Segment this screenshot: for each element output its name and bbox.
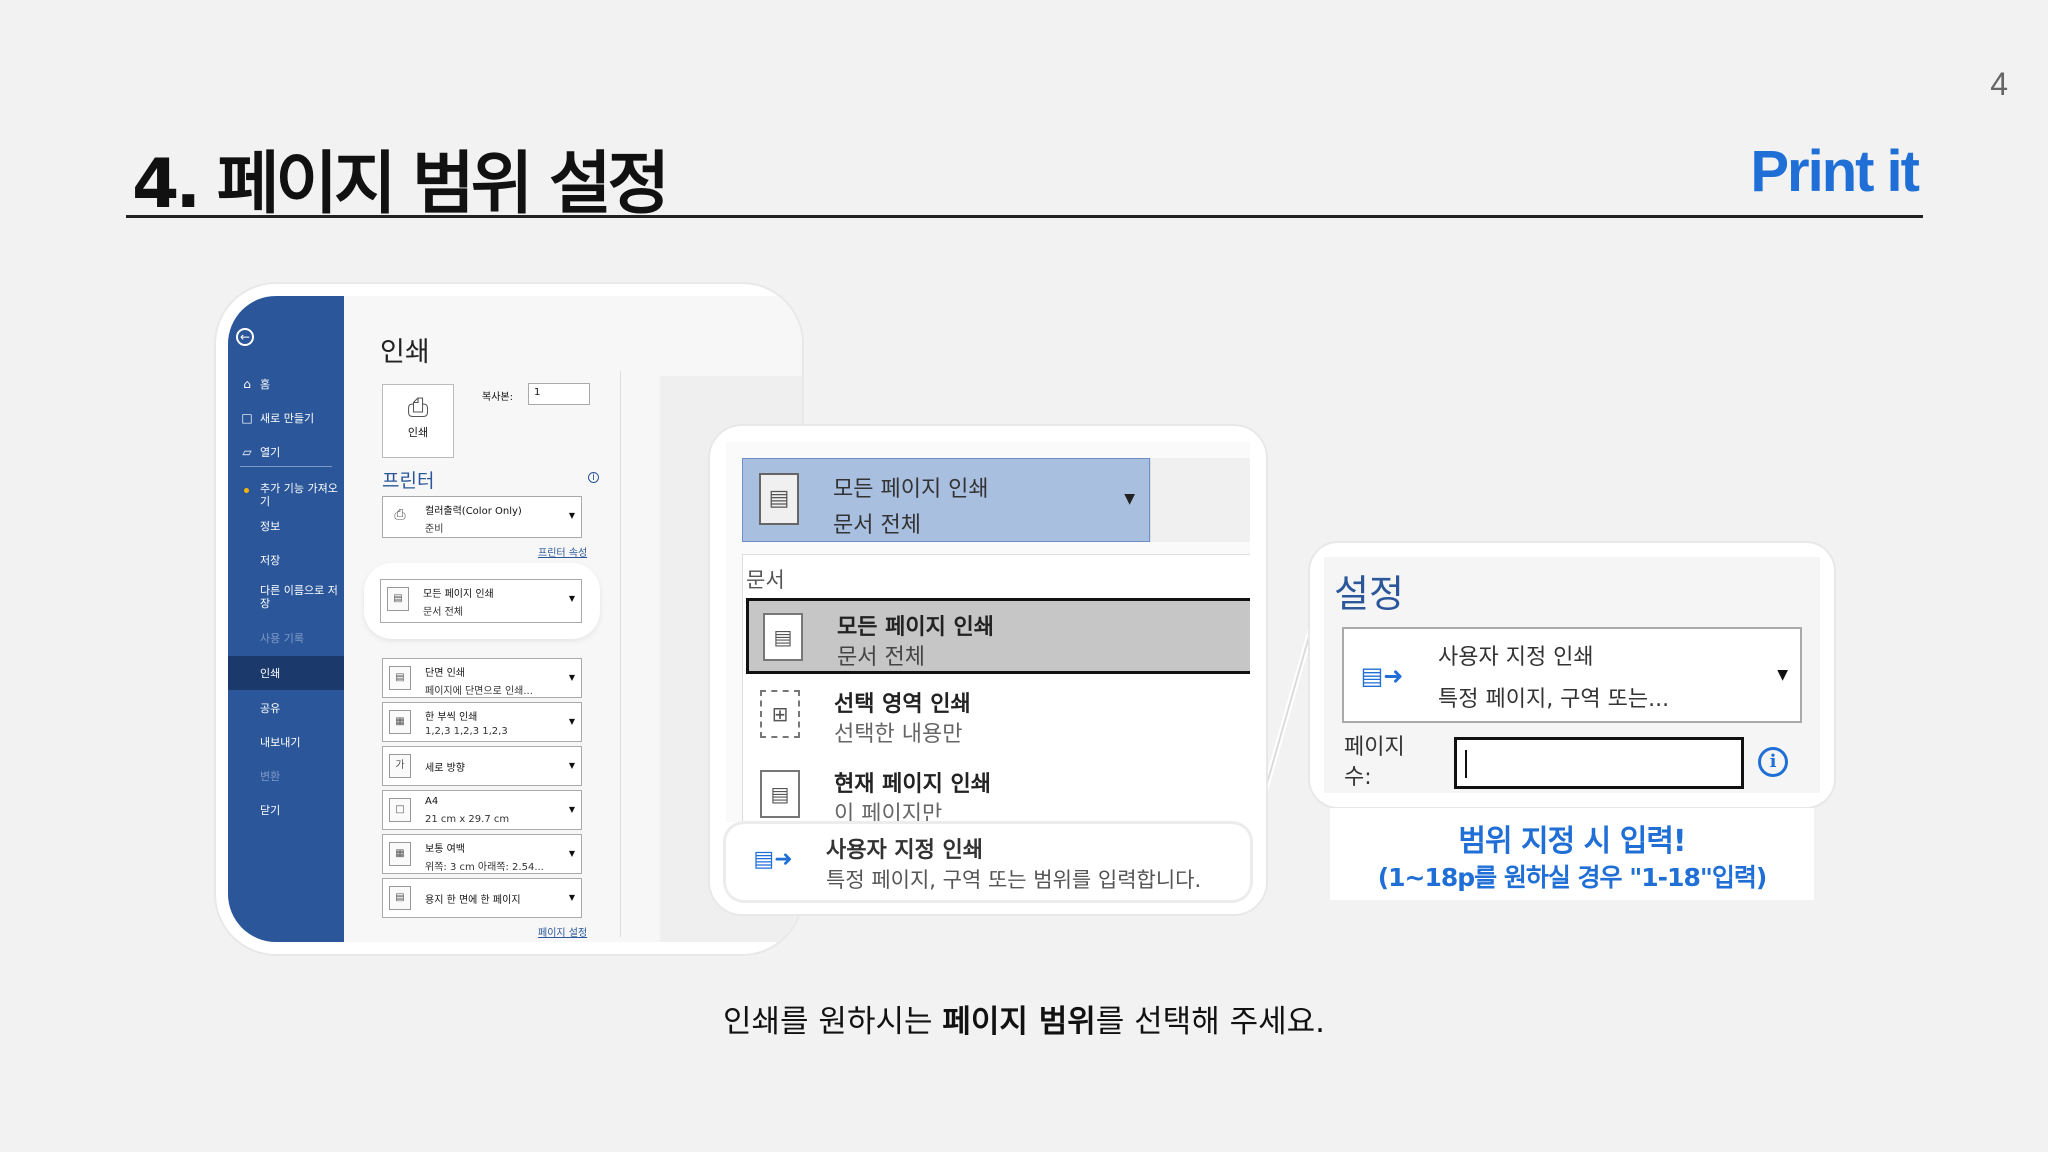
sidebar-item-save-as[interactable]: 다른 이름으로 저장 (260, 584, 338, 610)
pages-icon: ▤ (759, 473, 799, 525)
chevron-down-icon: ▼ (568, 673, 575, 682)
info-icon[interactable]: i (1758, 747, 1788, 777)
page-icon: ▤ (389, 886, 411, 910)
sidebar-item-transform[interactable]: 변환 (260, 770, 338, 783)
sidebar-item-share[interactable]: 공유 (260, 702, 338, 715)
chevron-down-icon: ▼ (568, 594, 575, 603)
sidebar-item-export[interactable]: 내보내기 (260, 736, 338, 749)
sidebar-item-save[interactable]: 저장 (260, 554, 338, 567)
setting-duplex[interactable]: ▤ 단면 인쇄 페이지에 단면으로 인쇄... ▼ (382, 658, 582, 698)
new-badge-dot (244, 488, 249, 493)
chevron-down-icon: ▼ (568, 849, 575, 858)
note-detail: (1~18p를 원하실 경우 "1-18"입력) (1377, 863, 1768, 892)
option-print-current-page[interactable]: ▤ 현재 페이지 인쇄 이 페이지만 (746, 758, 1250, 822)
backstage-sidebar: ← ⌂ 홈 □ 새로 만들기 ▱ 열기 추가 기능 가져오기 정보 저장 다른 이름으… (228, 296, 344, 942)
pages-icon: ▤ (763, 613, 803, 661)
chevron-down-icon: ▼ (568, 893, 575, 902)
sidebar-item-print[interactable]: 인쇄 (228, 656, 344, 690)
printer-icon: ⎙ (407, 393, 429, 423)
print-range-options-zoom: ▤ 모든 페이지 인쇄 문서 전체 ▼ 문서 ▤ 모든 페이지 인쇄 문서 전체… (710, 426, 1266, 914)
slide-title: 4. 페이지 범위 설정 (132, 145, 670, 224)
print-range-dropdown-expanded[interactable]: ▤ 모든 페이지 인쇄 문서 전체 ▼ (742, 458, 1150, 542)
dropdown-category-label: 문서 (746, 568, 785, 592)
custom-range-zoom: 설정 ▤➜ 사용자 지정 인쇄 특정 페이지, 구역 또는... ▼ 페이지 수… (1310, 543, 1834, 807)
chevron-down-icon: ▼ (1777, 667, 1788, 683)
note-headline: 범위 지정 시 입력! (1458, 824, 1686, 859)
setting-orientation[interactable]: 가 세로 방향 ▼ (382, 746, 582, 786)
instruction-note: 범위 지정 시 입력! (1~18p를 원하실 경우 "1-18"입력) (1330, 808, 1814, 900)
option-print-selection[interactable]: ⊞ 선택 영역 인쇄 선택한 내용만 (746, 678, 1250, 754)
settings-heading: 설정 (1334, 572, 1404, 616)
sidebar-item-open[interactable]: ▱ 열기 (240, 445, 280, 460)
setting-collate[interactable]: ▦ 한 부씩 인쇄 1,2,3 1,2,3 1,2,3 ▼ (382, 702, 582, 742)
back-arrow-icon[interactable]: ← (236, 328, 254, 346)
print-range-dropdown[interactable]: ▤ 모든 페이지 인쇄 문서 전체 ▼ (380, 579, 582, 623)
printer-properties-link[interactable]: 프린터 속성 (538, 544, 587, 559)
sidebar-item-addins[interactable]: 추가 기능 가져오기 (260, 482, 338, 508)
slide-caption: 인쇄를 원하시는 페이지 범위를 선택해 주세요. (723, 1004, 1325, 1040)
page-number: 4 (1990, 66, 2008, 102)
pages-input[interactable] (1454, 737, 1744, 789)
custom-pages-icon: ▤➜ (1360, 662, 1404, 690)
chevron-down-icon: ▼ (568, 761, 575, 770)
setting-paper-size[interactable]: □ A4 21 cm x 29.7 cm ▼ (382, 790, 582, 830)
pages-label: 페이지 수: (1344, 735, 1405, 790)
printer-icon: ⎙ (394, 507, 406, 523)
sidebar-item-new[interactable]: □ 새로 만들기 (240, 411, 314, 426)
pages-icon: ▤ (387, 587, 409, 611)
option-print-all-pages[interactable]: ▤ 모든 페이지 인쇄 문서 전체 (746, 598, 1250, 674)
setting-pages-per-sheet[interactable]: ▤ 용지 한 면에 한 페이지 ▼ (382, 878, 582, 918)
brand-logo: Print it (1750, 139, 1920, 204)
custom-pages-icon: ▤➜ (753, 847, 793, 872)
sidebar-item-home[interactable]: ⌂ 홈 (240, 377, 270, 392)
new-file-icon: □ (241, 411, 253, 425)
chevron-down-icon: ▼ (568, 511, 575, 520)
folder-open-icon: ▱ (242, 445, 252, 459)
collate-icon: ▦ (389, 710, 411, 734)
info-icon[interactable]: i (588, 472, 599, 483)
page-setup-link[interactable]: 페이지 설정 (538, 924, 587, 939)
home-icon: ⌂ (243, 377, 251, 391)
page-icon: ▤ (760, 770, 800, 818)
backstage-heading: 인쇄 (380, 337, 430, 368)
paper-icon: □ (389, 798, 411, 822)
option-custom-print[interactable]: ▤➜ 사용자 지정 인쇄 특정 페이지, 구역 또는 범위를 입력합니다. (726, 824, 1250, 900)
chevron-down-icon: ▼ (1124, 491, 1135, 507)
text-caret (1465, 750, 1467, 778)
sidebar-separator (240, 466, 332, 467)
selection-icon: ⊞ (760, 690, 800, 738)
print-range-callout: ▤ 모든 페이지 인쇄 문서 전체 ▼ (364, 563, 600, 639)
copies-stepper[interactable]: 1 (528, 383, 590, 405)
sidebar-item-info[interactable]: 정보 (260, 520, 338, 533)
margins-icon: ▦ (389, 842, 411, 866)
copies-label: 복사본: (482, 392, 513, 403)
page-icon: ▤ (389, 666, 411, 690)
pane-divider (620, 371, 621, 937)
portrait-icon: 가 (389, 754, 411, 778)
print-button[interactable]: ⎙ 인쇄 (382, 384, 454, 458)
chevron-down-icon: ▼ (568, 717, 575, 726)
sidebar-item-history[interactable]: 사용 기록 (260, 632, 338, 645)
title-divider (126, 215, 1923, 218)
setting-margins[interactable]: ▦ 보통 여백 위쪽: 3 cm 아래쪽: 2.54... ▼ (382, 834, 582, 874)
sidebar-item-close[interactable]: 닫기 (260, 804, 338, 817)
printer-section-heading: 프린터 (382, 470, 435, 492)
chevron-down-icon: ▼ (568, 805, 575, 814)
custom-print-dropdown[interactable]: ▤➜ 사용자 지정 인쇄 특정 페이지, 구역 또는... ▼ (1342, 627, 1802, 723)
printer-dropdown[interactable]: ⎙ 컬러출력(Color Only) 준비 ▼ (382, 496, 582, 538)
